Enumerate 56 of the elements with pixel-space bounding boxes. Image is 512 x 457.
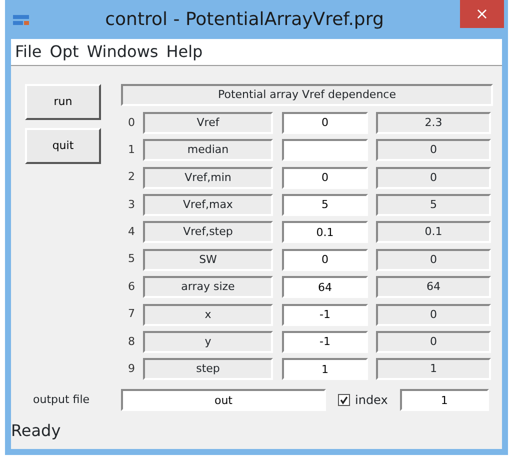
row-index: 8 <box>127 334 135 350</box>
current-value: 0 <box>376 330 491 353</box>
current-value: 0.1 <box>376 221 491 244</box>
app-icon <box>13 14 29 25</box>
status-text: Ready <box>11 420 62 442</box>
value-input[interactable]: 0 <box>282 112 368 134</box>
index-checkbox[interactable] <box>338 394 350 406</box>
value-input[interactable]: -1 <box>282 304 368 326</box>
current-value: 0 <box>376 304 491 326</box>
parameter-label: Vref,min <box>143 166 273 189</box>
row-index: 9 <box>127 361 135 378</box>
panel-header: Potential array Vref dependence <box>121 84 493 106</box>
value-input[interactable]: 64 <box>282 276 368 298</box>
menu-item[interactable]: Opt <box>50 40 79 64</box>
row-index: 1 <box>127 142 135 158</box>
menu-item[interactable]: Windows <box>86 40 158 64</box>
parameter-label: step <box>143 358 273 380</box>
value-input[interactable]: 0.1 <box>282 221 368 244</box>
menu-item[interactable]: Help <box>166 40 203 64</box>
parameter-label: y <box>143 330 273 353</box>
push-button[interactable]: quit <box>25 128 101 164</box>
parameter-label: Vref,max <box>143 194 273 216</box>
current-value: 1 <box>376 358 491 380</box>
current-value: 5 <box>376 194 491 216</box>
menu-item[interactable]: File <box>15 40 42 64</box>
parameter-label: Vref <box>143 112 273 134</box>
index-label: index <box>355 392 388 409</box>
value-input[interactable]: 5 <box>282 194 368 216</box>
row-index: 7 <box>127 306 135 322</box>
current-value: 0 <box>376 139 491 162</box>
value-input[interactable]: 1 <box>282 358 368 380</box>
parameter-label: SW <box>143 248 273 271</box>
index-field[interactable]: 1 <box>400 389 489 411</box>
row-index: 6 <box>127 278 135 295</box>
output-file-field[interactable]: out <box>121 389 326 411</box>
value-input[interactable]: -1 <box>282 330 368 353</box>
value-input[interactable]: 0 <box>282 248 368 271</box>
value-input[interactable] <box>282 139 368 162</box>
current-value: 2.3 <box>376 112 491 134</box>
current-value: 0 <box>376 166 491 189</box>
parameter-label: array size <box>143 276 273 298</box>
parameter-label: median <box>143 139 273 162</box>
row-index: 0 <box>127 114 135 131</box>
row-index: 5 <box>127 251 135 268</box>
current-value: 64 <box>376 276 491 298</box>
close-button[interactable]: × <box>460 0 504 28</box>
value-input[interactable]: 0 <box>282 166 368 189</box>
parameter-label: x <box>143 304 273 326</box>
row-index: 4 <box>127 224 135 240</box>
current-value: 0 <box>376 248 491 271</box>
output-file-label: output file <box>33 392 91 408</box>
row-index: 3 <box>127 196 135 213</box>
window-title: control - PotentialArrayVref.prg <box>104 8 385 32</box>
push-button[interactable]: run <box>25 84 101 120</box>
parameter-label: Vref,step <box>143 221 273 244</box>
row-index: 2 <box>127 169 135 186</box>
